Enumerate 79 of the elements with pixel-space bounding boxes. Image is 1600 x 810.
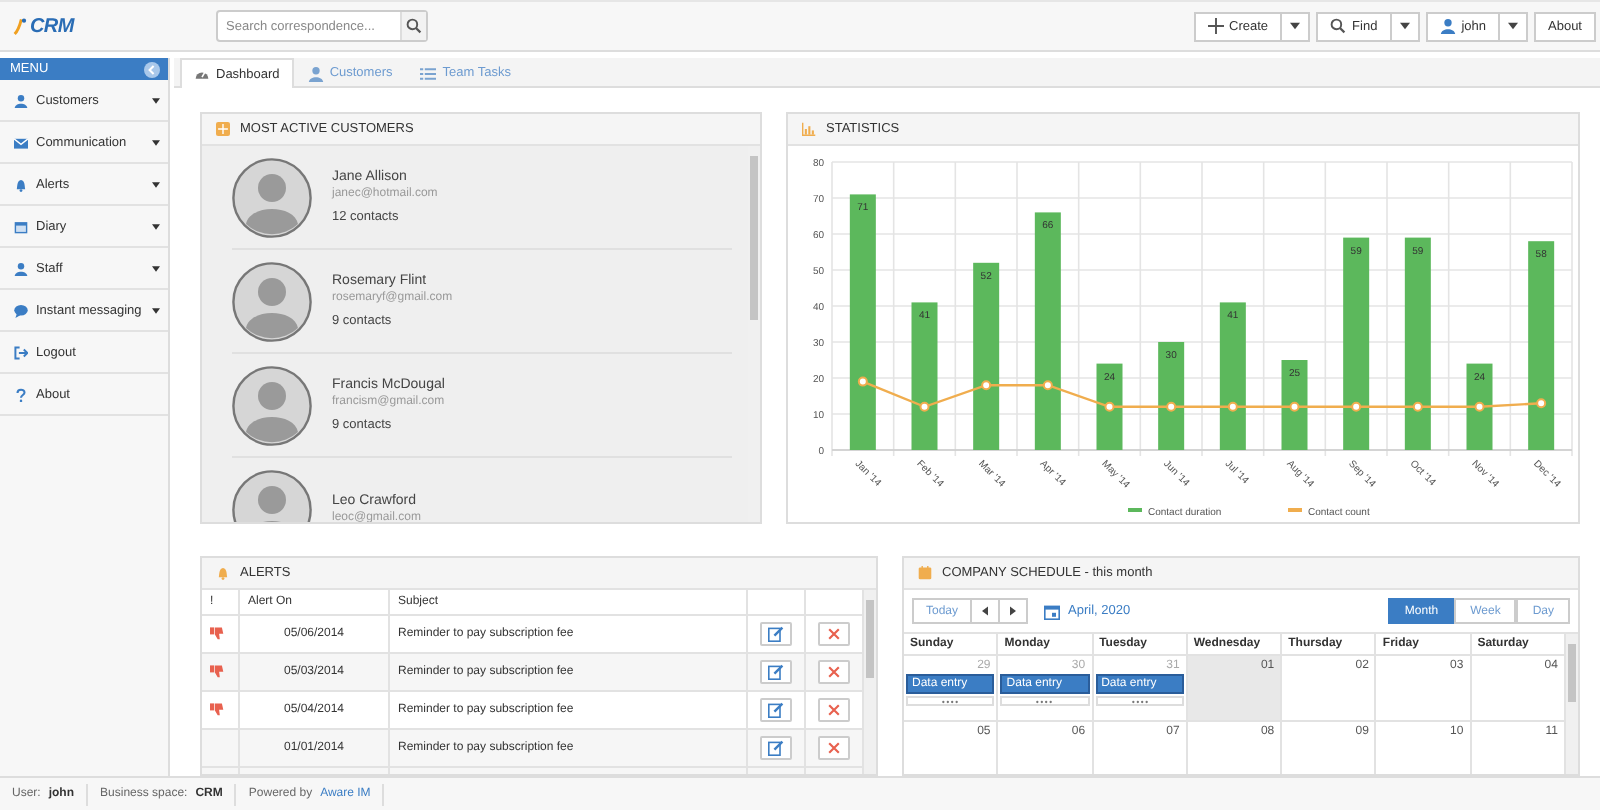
close-icon [828, 628, 840, 640]
bell-icon [14, 177, 28, 191]
dropdown-button[interactable] [1391, 11, 1420, 41]
caret-icon [1399, 22, 1410, 30]
person-icon [307, 65, 324, 81]
person-icon [1439, 18, 1456, 34]
chart-bar [1466, 363, 1493, 450]
line-point [1536, 398, 1547, 409]
delete-button[interactable] [818, 660, 850, 684]
calendar-icon [14, 219, 28, 233]
caret-icon [152, 223, 160, 229]
right-triangle-icon [1010, 606, 1017, 616]
calendar-icon[interactable] [1044, 603, 1061, 619]
search-icon [1330, 18, 1347, 34]
gauge-icon [194, 66, 210, 82]
envelope-icon [14, 135, 28, 149]
thumbs-down-icon [210, 701, 224, 715]
line-point [1166, 401, 1177, 412]
caret-icon [152, 139, 160, 145]
chart-bar [1281, 360, 1308, 450]
person-icon [14, 93, 28, 107]
collapse-icon[interactable] [144, 61, 160, 77]
close-icon [828, 704, 840, 716]
line-point [1289, 401, 1300, 412]
person-icon [14, 261, 28, 275]
caret-icon [152, 265, 160, 271]
line-point [1412, 401, 1423, 412]
edit-icon [768, 626, 784, 642]
left-triangle-icon [982, 606, 989, 616]
avatar-silhouette [232, 157, 312, 237]
edit-icon [768, 702, 784, 718]
dropdown-button[interactable] [1282, 11, 1311, 41]
line-point [1474, 401, 1485, 412]
search-icon[interactable] [400, 12, 426, 40]
previous-button[interactable] [972, 598, 1001, 624]
line-point [1227, 401, 1238, 412]
avatar-silhouette [232, 261, 312, 341]
line-point [857, 376, 868, 387]
crm-logo[interactable]: CRM [12, 15, 216, 37]
calendar-icon [918, 566, 932, 580]
caret-icon [152, 97, 160, 103]
avatar-silhouette [232, 365, 312, 445]
close-icon [828, 666, 840, 678]
chat-bubble-icon [14, 303, 28, 317]
caret-icon [152, 181, 160, 187]
caret-icon [152, 307, 160, 313]
scrollbar[interactable] [1566, 634, 1578, 774]
chart-bar [1096, 363, 1123, 450]
list-icon [420, 65, 437, 81]
line-point [919, 401, 930, 412]
edit-icon [768, 740, 784, 756]
bar-chart-icon [802, 122, 816, 136]
swoosh-icon [12, 16, 28, 36]
edit-button[interactable] [760, 622, 792, 646]
chart-bar [1158, 342, 1185, 450]
question-mark-icon [14, 387, 28, 401]
grid-icon [216, 122, 230, 136]
delete-button[interactable] [818, 736, 850, 760]
line-point [1042, 380, 1053, 391]
edit-button[interactable] [760, 660, 792, 684]
caret-icon [1508, 22, 1518, 30]
plus-icon [1207, 18, 1224, 34]
line-point [1104, 401, 1115, 412]
next-button[interactable] [1000, 598, 1029, 624]
edit-icon [768, 664, 784, 680]
line-point [1351, 401, 1362, 412]
delete-button[interactable] [818, 622, 850, 646]
edit-button[interactable] [760, 698, 792, 722]
bell-icon [216, 566, 230, 580]
caret-icon [1290, 22, 1301, 30]
thumbs-down-icon [210, 625, 224, 639]
edit-button[interactable] [760, 736, 792, 760]
dropdown-button[interactable] [1500, 11, 1528, 41]
line-point [981, 380, 992, 391]
logout-icon [14, 345, 28, 359]
thumbs-down-icon [210, 663, 224, 677]
scrollbar[interactable] [864, 590, 876, 774]
delete-button[interactable] [818, 698, 850, 722]
close-icon [828, 742, 840, 754]
